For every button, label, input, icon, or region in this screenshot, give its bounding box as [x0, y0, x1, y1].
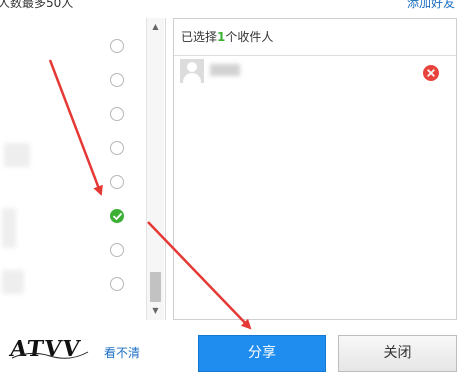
selected-recipients-panel: 已选择1个收件人	[173, 18, 457, 320]
friend-radio[interactable]	[110, 277, 124, 291]
top-bar: 人数最多50人 添加好友	[0, 0, 462, 14]
friend-row[interactable]	[0, 132, 145, 166]
captcha-noise	[11, 351, 89, 359]
close-button[interactable]: 关闭	[338, 335, 457, 372]
friend-radio[interactable]	[110, 141, 124, 155]
captcha-image: ATVV	[8, 336, 90, 368]
friend-radio[interactable]	[110, 73, 124, 87]
captcha-refresh-link[interactable]: 看不清	[104, 344, 140, 361]
friend-radio[interactable]	[110, 107, 124, 121]
friend-row[interactable]	[0, 30, 145, 64]
blurred-recipient-name	[210, 64, 240, 76]
friend-row-selected[interactable]	[0, 200, 145, 234]
default-avatar-icon	[180, 59, 204, 83]
share-button[interactable]: 分享	[198, 335, 326, 372]
scrollbar-thumb[interactable]	[150, 272, 161, 302]
header-suffix: 个收件人	[225, 30, 274, 44]
scroll-down-arrow-icon[interactable]: ▼	[147, 304, 164, 318]
friend-row[interactable]	[0, 268, 145, 302]
friend-list-scrollbar[interactable]: ▲ ▼	[146, 18, 164, 320]
friend-radio[interactable]	[110, 243, 124, 257]
close-circle-icon[interactable]	[423, 65, 439, 81]
friend-row[interactable]	[0, 166, 145, 200]
header-prefix: 已选择	[181, 30, 218, 44]
selected-recipient-row	[174, 59, 456, 87]
friend-row[interactable]	[0, 98, 145, 132]
friend-row[interactable]	[0, 64, 145, 98]
friend-row[interactable]	[0, 234, 145, 268]
recipient-limit-hint: 人数最多50人	[0, 0, 74, 10]
selected-recipients-header: 已选择1个收件人	[174, 19, 456, 56]
scroll-up-arrow-icon[interactable]: ▲	[147, 20, 164, 34]
friend-radio[interactable]	[110, 39, 124, 53]
friend-radio[interactable]	[110, 175, 124, 189]
add-friend-link[interactable]: 添加好友	[407, 0, 455, 11]
friend-list	[0, 18, 166, 320]
check-circle-icon[interactable]	[110, 209, 124, 223]
